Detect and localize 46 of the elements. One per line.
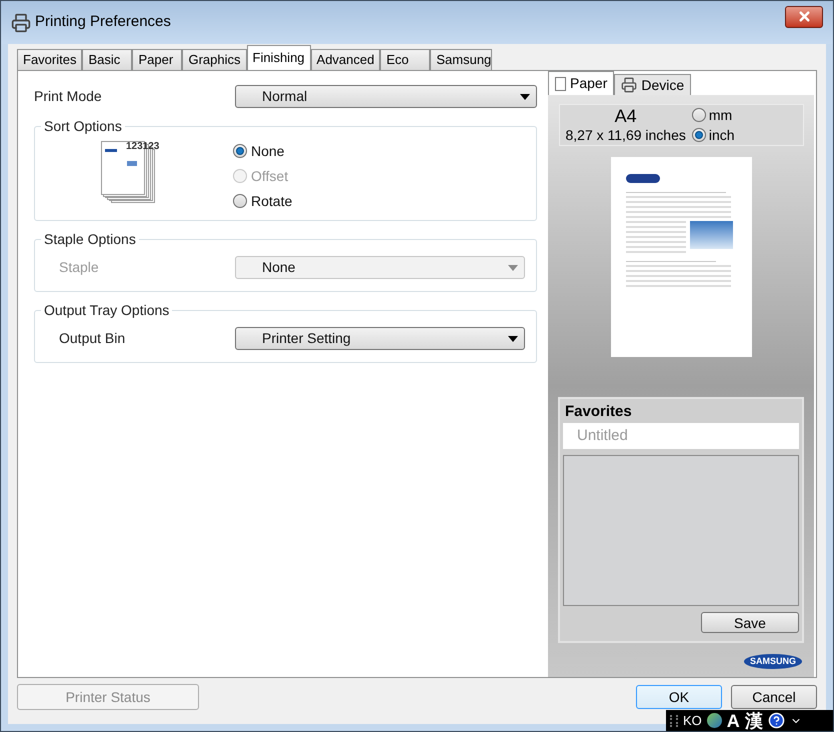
caret-icon [508,264,518,270]
tab[interactable]: Samsung [430,49,492,70]
help-icon[interactable] [768,712,785,729]
tab[interactable]: Basic [82,49,132,70]
panel-title: Favorites [565,402,633,422]
field-label: Output Bin [59,329,126,348]
close-button[interactable] [785,6,823,28]
radio-button[interactable] [233,144,247,158]
caret-icon [508,336,518,342]
tab[interactable]: Paper [132,49,182,70]
ok-button[interactable]: OK [636,685,722,709]
radio-label: inch [708,126,735,144]
tab[interactable]: Paper [548,71,614,95]
save-button[interactable]: Save [701,612,799,632]
radio-button[interactable] [692,108,706,122]
field-label: Staple [59,258,99,277]
input-mode-icon[interactable]: A [726,710,740,730]
grip-icon [670,714,678,726]
radio-label: Offset [251,166,288,186]
close-icon [796,9,812,24]
dropdown[interactable]: Printer Setting [235,327,525,350]
printer-icon [11,12,31,32]
language-code: KO [683,712,702,730]
field-label: Print Mode [34,87,102,106]
tab[interactable]: Advanced [310,49,380,70]
name-field[interactable]: Untitled [563,422,799,448]
printer-icon [621,77,638,93]
radio-label: None [251,142,284,160]
radio-label: Rotate [251,192,292,210]
paper-dimensions: 8,27 x 11,69 inches [566,126,686,144]
caret-icon [520,94,530,100]
tab[interactable]: Eco [380,49,430,70]
tab[interactable]: Graphics [182,49,246,70]
dropdown[interactable]: Normal [235,85,537,108]
tab[interactable]: Device [614,74,692,95]
paper-size: A4 [614,106,637,126]
tab[interactable]: Favorites [17,49,82,70]
document-icon [555,76,566,90]
logo: SAMSUNG [744,654,802,669]
radio-button[interactable] [233,194,247,208]
tab[interactable]: Finishing [246,45,311,70]
radio-button[interactable] [692,128,706,142]
input-mode-icon[interactable]: 漢 [744,710,763,730]
radio-label: mm [708,106,732,124]
window-title: Printing Preferences [35,12,171,32]
cancel-button[interactable]: Cancel [731,685,817,709]
